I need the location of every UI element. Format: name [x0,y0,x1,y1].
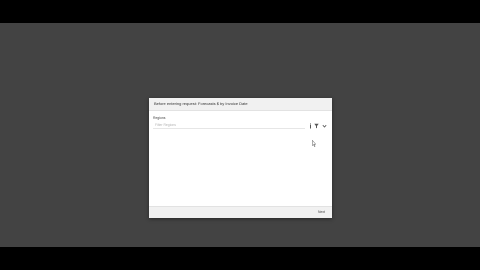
filter-icon[interactable] [314,123,319,129]
dialog-footer: Next [149,206,332,218]
regions-filter-input[interactable] [153,122,305,129]
prompt-dialog: Before entering request: Forecasts $ by … [149,98,332,218]
dialog-title: Before entering request: Forecasts $ by … [154,101,248,106]
info-icon[interactable] [308,123,313,129]
mouse-cursor-icon [312,134,317,147]
screen-area: Before entering request: Forecasts $ by … [0,23,480,247]
regions-field-label: Regions [153,116,166,120]
dialog-header: Before entering request: Forecasts $ by … [149,98,332,111]
next-button[interactable]: Next [316,209,327,215]
chevron-down-icon[interactable] [322,123,327,129]
